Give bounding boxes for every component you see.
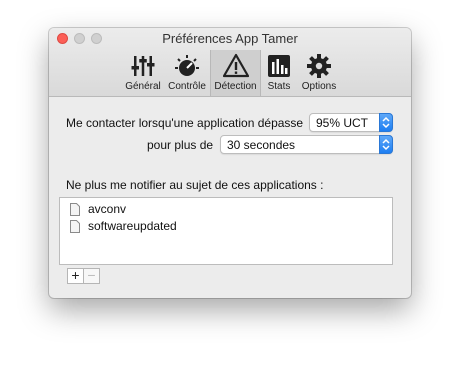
title-bar: Préférences App Tamer Général Contrôle D… [49, 28, 411, 97]
duration-popup[interactable]: 30 secondes [220, 135, 393, 154]
app-name: softwareupdated [88, 219, 177, 233]
sliders-icon [131, 56, 155, 76]
popup-arrows-icon [379, 113, 393, 132]
document-icon [70, 220, 80, 233]
excluded-apps-list[interactable]: avconv softwareupdated [59, 197, 393, 265]
duration-value: 30 secondes [227, 138, 296, 152]
tab-controle[interactable]: Contrôle [165, 50, 209, 96]
tab-general-label: Général [125, 81, 161, 92]
tab-detection-label: Détection [214, 81, 257, 92]
document-icon [70, 203, 80, 216]
tab-options-label: Options [301, 81, 337, 92]
tab-options[interactable]: Options [297, 50, 341, 96]
tab-detection[interactable]: Détection [210, 50, 261, 96]
popup-arrows-icon [379, 135, 393, 154]
gear-icon [307, 54, 331, 78]
cpu-threshold-popup[interactable]: 95% UCT [309, 113, 393, 132]
remove-app-button[interactable]: − [83, 268, 100, 284]
app-name: avconv [88, 202, 127, 216]
tab-stats-label: Stats [267, 81, 291, 92]
tab-stats[interactable]: Stats [262, 50, 296, 96]
tab-controle-label: Contrôle [168, 81, 206, 92]
preferences-toolbar: Général Contrôle Détection Stats Options [49, 50, 411, 96]
detection-pane: Me contacter lorsqu'une application dépa… [49, 97, 411, 298]
cpu-threshold-value: 95% UCT [316, 116, 369, 130]
threshold-label: Me contacter lorsqu'une application dépa… [66, 116, 304, 130]
tab-general[interactable]: Général [122, 50, 164, 96]
add-app-button[interactable]: + [67, 268, 84, 284]
warning-triangle-icon [222, 53, 249, 78]
duration-label: pour plus de [147, 138, 214, 152]
speedometer-icon [175, 55, 199, 76]
exclusions-label: Ne plus me notifier au sujet de ces appl… [66, 178, 324, 192]
bar-chart-icon [268, 55, 290, 77]
preferences-window: Préférences App Tamer Général Contrôle D… [49, 28, 411, 298]
window-title: Préférences App Tamer [162, 31, 298, 46]
